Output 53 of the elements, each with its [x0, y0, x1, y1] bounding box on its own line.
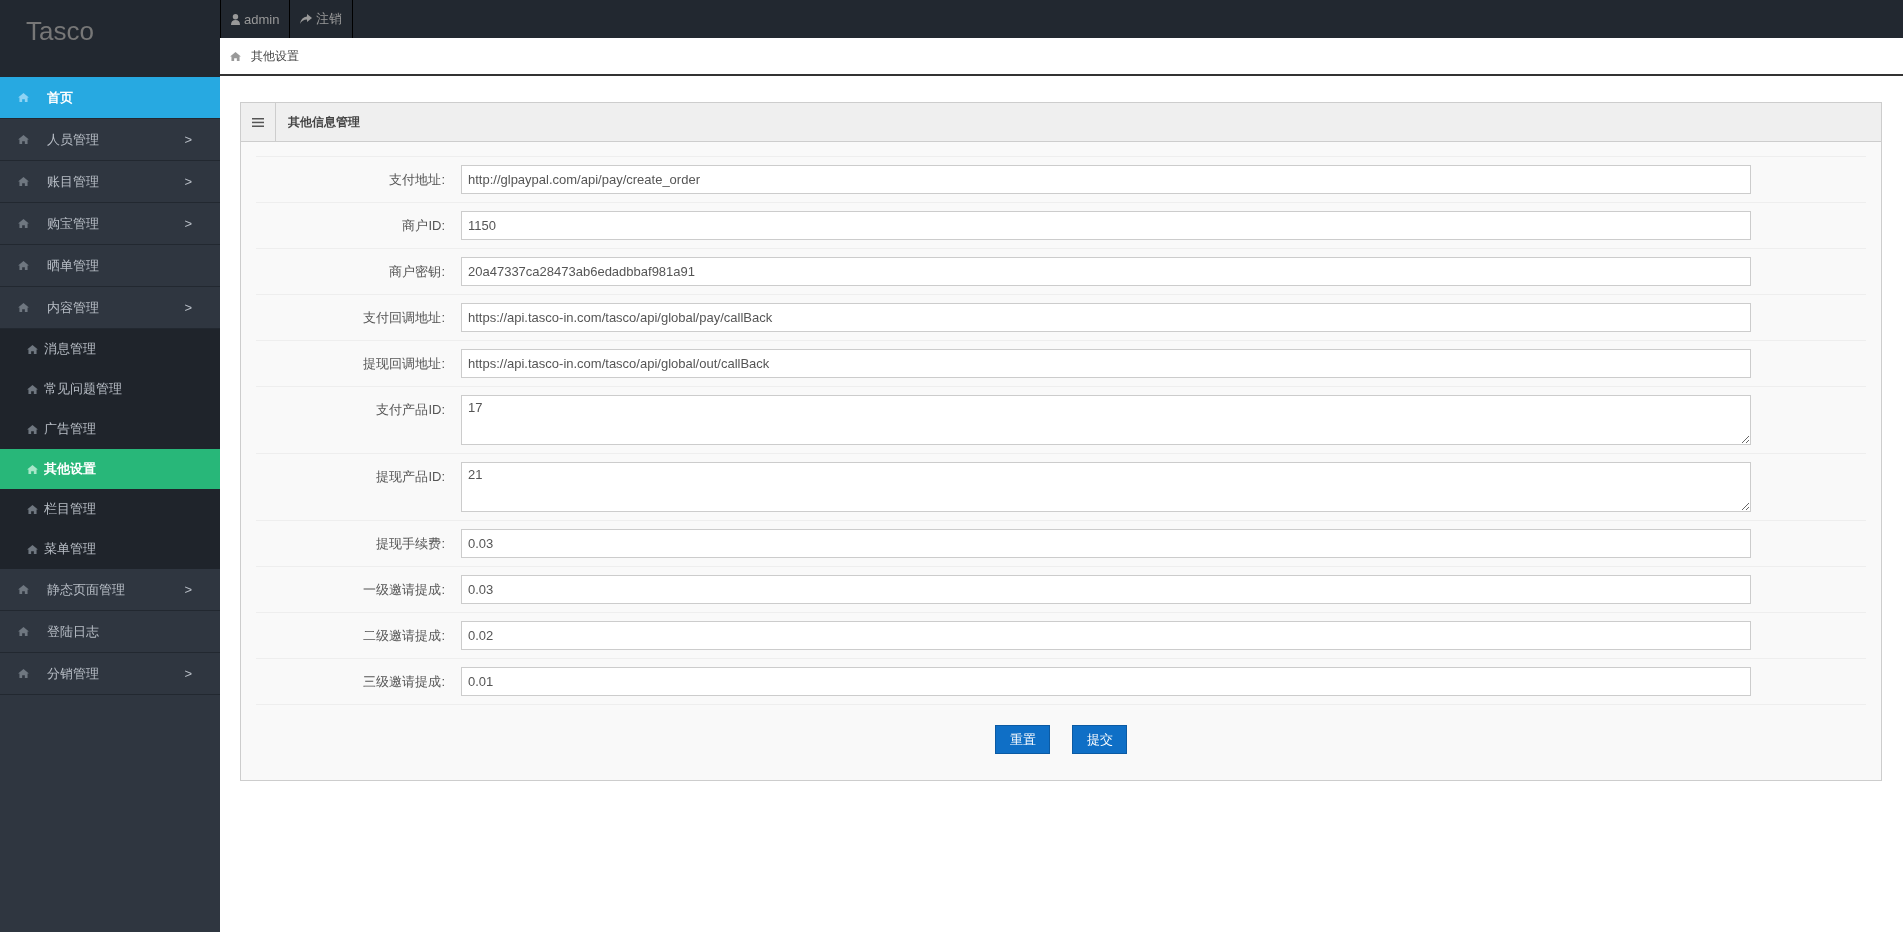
- home-icon: [18, 93, 29, 102]
- home-icon: [18, 303, 29, 312]
- field-label: 一级邀请提成:: [362, 581, 446, 599]
- text-field[interactable]: 0.01: [461, 667, 1751, 696]
- home-icon: [27, 464, 38, 474]
- field-label: 三级邀请提成:: [362, 673, 446, 691]
- field-label: 提现手续费:: [375, 535, 446, 553]
- menu-icon: [252, 117, 264, 127]
- submenu-item[interactable]: 消息管理: [0, 329, 220, 369]
- share-arrow-icon: [300, 14, 313, 24]
- text-field[interactable]: 20a47337ca28473ab6edadbbaf981a91: [461, 257, 1751, 286]
- home-icon: [27, 424, 38, 434]
- field-label: 提现回调地址:: [362, 355, 446, 373]
- home-icon: [18, 669, 29, 678]
- home-icon: [18, 177, 29, 186]
- text-field[interactable]: 1150: [461, 211, 1751, 240]
- home-icon: [18, 261, 29, 270]
- field-label: 支付地址:: [388, 171, 446, 189]
- home-icon: [27, 384, 38, 394]
- text-field[interactable]: 0.03: [461, 529, 1751, 558]
- text-field[interactable]: https://api.tasco-in.com/tasco/api/global/pay/callBack: [461, 303, 1751, 332]
- text-field[interactable]: 0.03: [461, 575, 1751, 604]
- field-label: 支付回调地址:: [362, 309, 446, 327]
- panel-title: 其他信息管理: [287, 113, 360, 131]
- text-field[interactable]: http://glpaypal.com/api/pay/create_order: [461, 165, 1751, 194]
- user-icon: [231, 13, 240, 25]
- home-icon: [18, 627, 29, 636]
- home-icon: [18, 219, 29, 228]
- app-logo: Tasco: [0, 0, 220, 77]
- breadcrumb-text: 其他设置: [251, 47, 299, 65]
- submenu-item[interactable]: 常见问题管理: [0, 369, 220, 409]
- top-bar-link[interactable]: 注销: [290, 0, 354, 38]
- home-icon: [230, 51, 241, 61]
- field-label: 商户密钥:: [388, 263, 446, 281]
- home-icon: [27, 544, 38, 554]
- text-field[interactable]: 0.02: [461, 621, 1751, 650]
- top-bar-link[interactable]: admin: [220, 0, 291, 38]
- text-area[interactable]: 21: [461, 462, 1751, 512]
- form-button[interactable]: 重置: [995, 725, 1050, 754]
- submenu-item[interactable]: 菜单管理: [0, 529, 220, 569]
- field-label: 商户ID:: [401, 217, 446, 235]
- home-icon: [18, 585, 29, 594]
- submenu-item[interactable]: 广告管理: [0, 409, 220, 449]
- field-label: 支付产品ID:: [375, 401, 446, 419]
- text-field[interactable]: https://api.tasco-in.com/tasco/api/global/out/callBack: [461, 349, 1751, 378]
- field-label: 提现产品ID:: [375, 468, 446, 486]
- home-icon: [27, 344, 38, 354]
- home-icon: [18, 135, 29, 144]
- home-icon: [27, 504, 38, 514]
- text-area[interactable]: 17: [461, 395, 1751, 445]
- submenu-item[interactable]: 栏目管理: [0, 489, 220, 529]
- field-label: 二级邀请提成:: [362, 627, 446, 645]
- form-button[interactable]: 提交: [1072, 725, 1127, 754]
